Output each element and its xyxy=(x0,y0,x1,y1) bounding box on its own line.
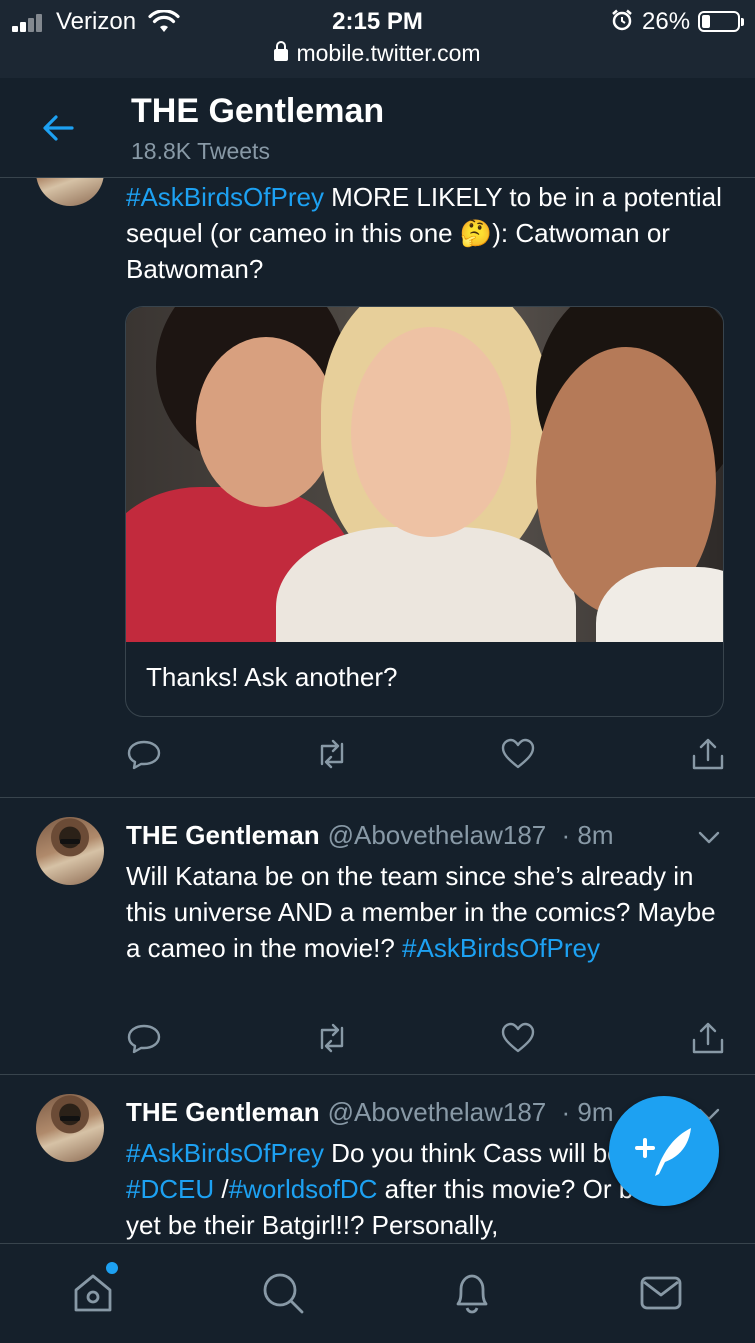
address-bar[interactable]: mobile.twitter.com xyxy=(0,40,755,67)
notifications-icon[interactable] xyxy=(449,1270,495,1316)
thinking-emoji: 🤔 xyxy=(459,218,493,248)
author-handle[interactable]: @Abovethelaw187 xyxy=(328,1097,547,1127)
hashtag-link[interactable]: #worldsofDC xyxy=(229,1174,378,1204)
tweet-text: #AskBirdsOfPrey MORE LIKELY to be in a p… xyxy=(126,179,726,287)
media-card[interactable]: Thanks! Ask another? xyxy=(125,306,724,717)
retweet-icon[interactable] xyxy=(314,736,350,772)
share-icon[interactable] xyxy=(690,1020,726,1056)
like-icon[interactable] xyxy=(500,736,536,772)
retweet-icon[interactable] xyxy=(314,1020,350,1056)
hashtag-link[interactable]: #DCEU xyxy=(126,1174,214,1204)
messages-icon[interactable] xyxy=(638,1270,684,1316)
avatar[interactable] xyxy=(36,817,104,885)
back-arrow-icon[interactable] xyxy=(38,108,78,148)
battery-icon xyxy=(698,11,744,32)
alarm-icon xyxy=(612,9,632,31)
tweet-text: Will Katana be on the team since she’s a… xyxy=(126,858,726,966)
battery-percent: 26% xyxy=(642,8,691,35)
hashtag-link[interactable]: #AskBirdsOfPrey xyxy=(402,933,600,963)
tweet[interactable]: #AskBirdsOfPrey MORE LIKELY to be in a p… xyxy=(0,178,755,798)
compose-feather-icon xyxy=(635,1128,691,1176)
tweet-actions xyxy=(126,1020,726,1056)
share-icon[interactable] xyxy=(690,736,726,772)
tweet-time: · 9m xyxy=(561,1097,614,1127)
tweet-author[interactable]: THE Gentleman @Abovethelaw187 · 8m xyxy=(126,820,613,851)
avatar[interactable] xyxy=(36,178,104,206)
compose-tweet-button[interactable] xyxy=(609,1096,719,1206)
page-title: THE Gentleman xyxy=(131,92,385,130)
tweet-actions xyxy=(126,736,726,772)
chevron-down-icon[interactable] xyxy=(696,824,722,850)
hashtag-link[interactable]: #AskBirdsOfPrey xyxy=(126,1138,324,1168)
tweet-count: 18.8K Tweets xyxy=(131,138,270,164)
media-caption: Thanks! Ask another? xyxy=(146,662,398,692)
timeline[interactable]: #AskBirdsOfPrey MORE LIKELY to be in a p… xyxy=(0,178,755,1243)
search-icon[interactable] xyxy=(260,1270,306,1316)
tweet[interactable]: THE Gentleman @Abovethelaw187 · 8m Will K… xyxy=(0,798,755,1075)
avatar[interactable] xyxy=(36,1094,104,1162)
new-content-indicator xyxy=(106,1262,118,1274)
video-thumbnail[interactable] xyxy=(126,307,723,642)
author-handle[interactable]: @Abovethelaw187 xyxy=(328,820,547,850)
tweet-time: · 8m xyxy=(561,820,614,850)
author-name[interactable]: THE Gentleman xyxy=(126,820,320,850)
like-icon[interactable] xyxy=(500,1020,536,1056)
reply-icon[interactable] xyxy=(126,1020,162,1056)
bottom-tab-bar xyxy=(0,1243,755,1343)
lock-icon xyxy=(274,41,289,61)
tweet-author[interactable]: THE Gentleman @Abovethelaw187 · 9m xyxy=(126,1097,613,1128)
status-bar: Verizon 2:15 PM 26% mobile.twitter.com xyxy=(0,0,755,78)
home-icon[interactable] xyxy=(70,1270,116,1316)
author-name[interactable]: THE Gentleman xyxy=(126,1097,320,1127)
reply-icon[interactable] xyxy=(126,736,162,772)
profile-header: THE Gentleman 18.8K Tweets xyxy=(0,78,755,178)
url-text: mobile.twitter.com xyxy=(296,40,481,66)
hashtag-link[interactable]: #AskBirdsOfPrey xyxy=(126,182,324,212)
tweet-text-part: / xyxy=(214,1174,229,1204)
